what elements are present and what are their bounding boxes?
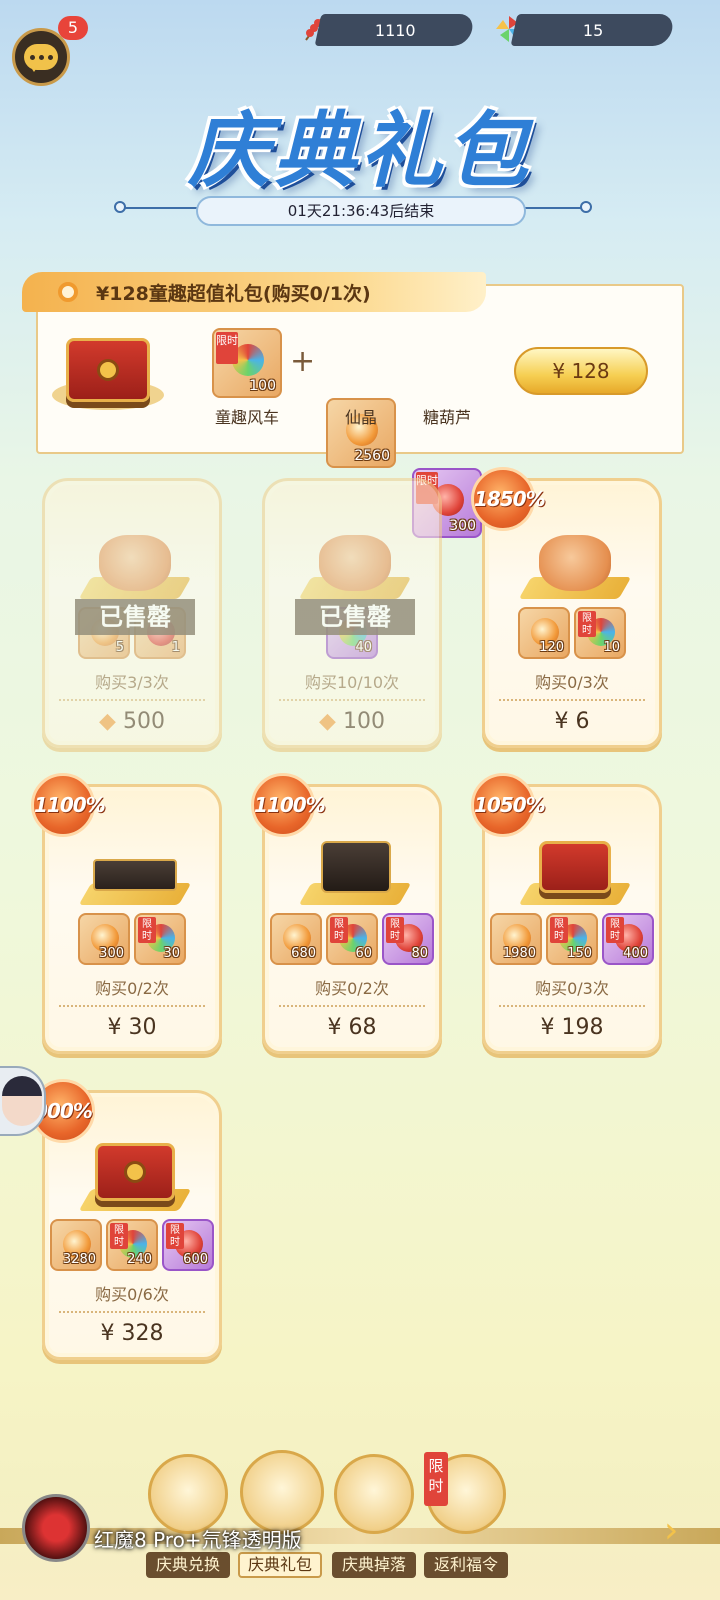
- pack-price: ¥ 198: [540, 1015, 604, 1040]
- plus-sign: +: [290, 344, 316, 379]
- limited-tag: 限时: [424, 1452, 448, 1506]
- pack-item: 120: [518, 607, 570, 659]
- red-chest-icon: [95, 1143, 175, 1201]
- nav-drop-icon[interactable]: [334, 1454, 414, 1534]
- pack-card[interactable]: 1100% 680 限时 60 限时 80 购买0/2次 ¥ 68: [251, 773, 442, 1054]
- black-chest-icon: [321, 841, 391, 893]
- chat-badge: 5: [58, 16, 88, 40]
- featured-item-label: 童趣风车: [214, 408, 279, 427]
- chat-icon: [24, 44, 58, 72]
- device-watermark: 红魔8 Pro+氘锋透明版: [94, 1528, 302, 1552]
- pack-card[interactable]: 40 已售罄 购买10/10次 ◆ 100: [262, 478, 442, 748]
- pack-item: 限时 600: [162, 1219, 214, 1271]
- tab-exchange[interactable]: 庆典兑换: [146, 1552, 230, 1578]
- phone-logo-icon: [22, 1494, 90, 1562]
- purchase-limit: 购买0/6次: [95, 1285, 169, 1304]
- resource-pinwheel: 15: [510, 14, 676, 46]
- discount-badge: 1050%: [471, 773, 546, 837]
- featured-chest-image: [52, 320, 164, 420]
- money-bag-icon: [99, 535, 171, 591]
- purchase-limit: 购买0/2次: [315, 979, 389, 998]
- pack-item: 300: [78, 913, 130, 965]
- featured-item-label: 糖葫芦: [422, 408, 471, 427]
- money-bag-icon: [539, 535, 611, 591]
- pack-item: 限时 150: [546, 913, 598, 965]
- pack-card[interactable]: 1100% 300 限时 30 购买0/2次 ¥ 30: [31, 773, 222, 1054]
- next-arrow-icon[interactable]: ›: [664, 1510, 678, 1551]
- pack-price: ¥ 328: [100, 1321, 164, 1346]
- featured-pack-title: ¥128童趣超值礼包(购买0/1次): [22, 272, 486, 312]
- pack-item: 680: [270, 913, 322, 965]
- crystal-icon: ◆: [319, 709, 336, 734]
- pack-price: ¥ 6: [554, 709, 590, 734]
- featured-item-label: 仙晶: [344, 408, 377, 427]
- pack-item: 限时 400: [602, 913, 654, 965]
- page-title: 庆典礼包: [188, 103, 532, 199]
- pack-card[interactable]: 1850% 120 限时 10 购买0/3次 ¥ 6: [471, 467, 662, 748]
- red-chest-icon: [539, 841, 611, 893]
- pack-card[interactable]: 1050% 1980 限时 150 限时 400 购买0/3次 ¥ 198: [471, 773, 662, 1054]
- crystal-icon: ◆: [99, 709, 116, 734]
- tab-drop[interactable]: 庆典掉落: [332, 1552, 416, 1578]
- featured-item-pinwheel[interactable]: 限时 100: [212, 328, 282, 398]
- purchase-limit: 购买0/3次: [535, 673, 609, 692]
- pack-price: ◆ 500: [99, 709, 165, 734]
- pack-item: 限时 10: [574, 607, 626, 659]
- pack-item: 限时 80: [382, 913, 434, 965]
- pack-price: ¥ 30: [107, 1015, 157, 1040]
- featured-buy-button[interactable]: ¥ 128: [514, 347, 648, 395]
- sold-out-label: 已售罄: [75, 599, 195, 635]
- pack-item: 限时 240: [106, 1219, 158, 1271]
- pack-card[interactable]: 000% 3280 限时 240 限时 600 购买0/6次 ¥ 328: [31, 1079, 222, 1360]
- gift-bricks-icon: [93, 859, 177, 891]
- tab-gift-pack[interactable]: 庆典礼包: [238, 1552, 322, 1578]
- nav-gift-pack-icon[interactable]: [240, 1450, 324, 1534]
- nav-exchange-icon[interactable]: [148, 1454, 228, 1534]
- sold-out-label: 已售罄: [295, 599, 415, 635]
- purchase-limit: 购买0/3次: [535, 979, 609, 998]
- pack-item: 1980: [490, 913, 542, 965]
- resource-candied-haws: 1110: [314, 14, 476, 46]
- pack-card[interactable]: 5 1 已售罄 购买3/3次 ◆ 500: [42, 478, 222, 748]
- pack-item: 3280: [50, 1219, 102, 1271]
- tab-rebate[interactable]: 返利福令: [424, 1552, 508, 1578]
- timer-dot-left: [114, 201, 126, 213]
- pack-item: 限时 60: [326, 913, 378, 965]
- discount-badge: 1100%: [31, 773, 106, 837]
- timer-dot-right: [580, 201, 592, 213]
- countdown-timer: 01天21:36:43后结束: [196, 196, 526, 226]
- purchase-limit: 购买0/2次: [95, 979, 169, 998]
- title-dot-icon: [58, 282, 78, 302]
- pack-price: ◆ 100: [319, 709, 385, 734]
- purchase-limit: 购买10/10次: [304, 673, 400, 692]
- discount-badge: 1100%: [251, 773, 326, 837]
- pack-item: 限时 30: [134, 913, 186, 965]
- pack-price: ¥ 68: [327, 1015, 377, 1040]
- purchase-limit: 购买3/3次: [95, 673, 169, 692]
- discount-badge: 1850%: [471, 467, 546, 531]
- money-bag-icon: [319, 535, 391, 591]
